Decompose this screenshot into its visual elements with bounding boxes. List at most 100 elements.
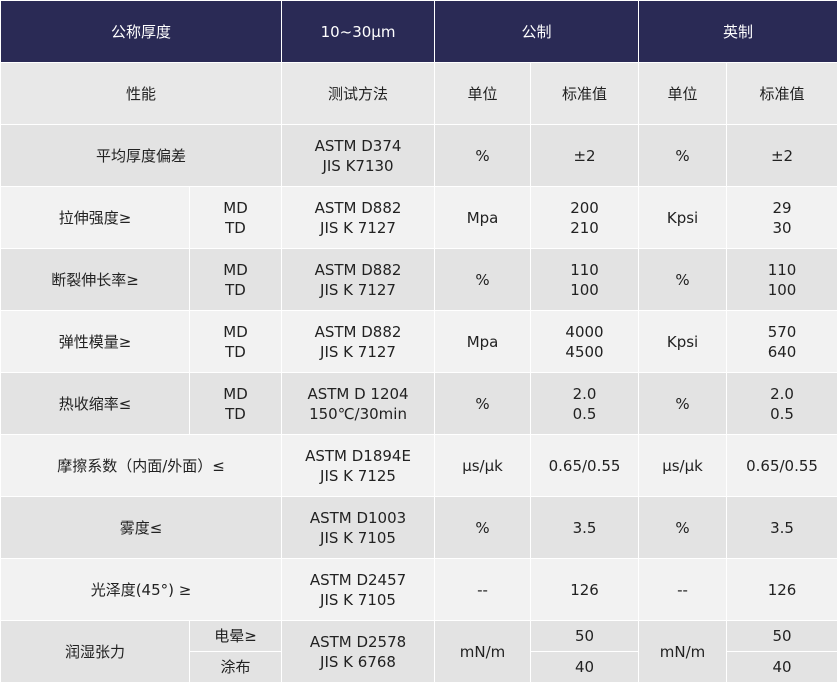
property-cell: 光泽度(45°) ≥	[1, 559, 282, 621]
metric-unit-cell: mN/m	[435, 621, 531, 683]
property-cell: 拉伸强度≥	[1, 187, 190, 249]
metric-value-cell: 110 100	[531, 249, 639, 311]
imperial-value-cell: 50	[727, 621, 837, 652]
value-line: 29	[727, 198, 837, 218]
metric-value-cell: 2.0 0.5	[531, 373, 639, 435]
table-row: 断裂伸长率≥ MD TD ASTM D882 JIS K 7127 % 110 …	[1, 249, 837, 311]
direction-line: MD	[190, 384, 281, 404]
table-row: 润湿张力 电晕≥ ASTM D2578 JIS K 6768 mN/m 50 m…	[1, 621, 837, 652]
metric-unit-cell: %	[435, 497, 531, 559]
method-line: ASTM D882	[282, 322, 434, 342]
method-line: JIS K 7125	[282, 466, 434, 486]
metric-value-cell: 4000 4500	[531, 311, 639, 373]
method-line: JIS K 7105	[282, 590, 434, 610]
property-cell: 润湿张力	[1, 621, 190, 683]
subheader-property: 性能	[1, 63, 282, 125]
method-line: 150℃/30min	[282, 404, 434, 424]
method-line: ASTM D 1204	[282, 384, 434, 404]
direction-line: TD	[190, 218, 281, 238]
header-metric: 公制	[435, 1, 639, 63]
metric-unit-cell: --	[435, 559, 531, 621]
imperial-unit-cell: %	[639, 249, 727, 311]
value-line: 0.5	[727, 404, 837, 424]
value-line: 570	[727, 322, 837, 342]
metric-unit-cell: Mpa	[435, 187, 531, 249]
direction-cell: MD TD	[190, 373, 282, 435]
value-line: 110	[531, 260, 638, 280]
direction-cell: MD TD	[190, 187, 282, 249]
method-line: ASTM D1894E	[282, 446, 434, 466]
value-line: 0.5	[531, 404, 638, 424]
value-line: 100	[727, 280, 837, 300]
value-line: 2.0	[727, 384, 837, 404]
method-line: ASTM D374	[282, 136, 434, 156]
table-row: 拉伸强度≥ MD TD ASTM D882 JIS K 7127 Mpa 200…	[1, 187, 837, 249]
metric-value-cell: 50	[531, 621, 639, 652]
table-row: 摩擦系数（内面/外面）≤ ASTM D1894E JIS K 7125 μs/μ…	[1, 435, 837, 497]
metric-value-cell: 3.5	[531, 497, 639, 559]
table-row: 光泽度(45°) ≥ ASTM D2457 JIS K 7105 -- 126 …	[1, 559, 837, 621]
subheader-imperial-unit: 单位	[639, 63, 727, 125]
property-cell: 弹性模量≥	[1, 311, 190, 373]
metric-unit-cell: %	[435, 125, 531, 187]
method-cell: ASTM D882 JIS K 7127	[282, 249, 435, 311]
spec-table: 公称厚度 10~30μm 公制 英制 性能 测试方法 单位 标准值 单位 标准值…	[0, 0, 837, 683]
header-imperial: 英制	[639, 1, 837, 63]
subheader-imperial-std: 标准值	[727, 63, 837, 125]
imperial-unit-cell: %	[639, 125, 727, 187]
imperial-unit-cell: %	[639, 497, 727, 559]
metric-unit-cell: μs/μk	[435, 435, 531, 497]
subheader-test-method: 测试方法	[282, 63, 435, 125]
direction-line: TD	[190, 404, 281, 424]
subheader-metric-unit: 单位	[435, 63, 531, 125]
imperial-value-cell: 570 640	[727, 311, 837, 373]
property-cell: 平均厚度偏差	[1, 125, 282, 187]
metric-value-cell: 0.65/0.55	[531, 435, 639, 497]
metric-value-cell: 126	[531, 559, 639, 621]
method-cell: ASTM D1003 JIS K 7105	[282, 497, 435, 559]
method-line: JIS K 6768	[282, 652, 434, 672]
value-line: 30	[727, 218, 837, 238]
value-line: 200	[531, 198, 638, 218]
header-thickness-label: 公称厚度	[1, 1, 282, 63]
imperial-unit-cell: μs/μk	[639, 435, 727, 497]
method-cell: ASTM D882 JIS K 7127	[282, 311, 435, 373]
value-line: 640	[727, 342, 837, 362]
value-line: 110	[727, 260, 837, 280]
imperial-value-cell: 40	[727, 652, 837, 683]
property-cell: 雾度≤	[1, 497, 282, 559]
imperial-value-cell: 110 100	[727, 249, 837, 311]
imperial-value-cell: ±2	[727, 125, 837, 187]
method-cell: ASTM D1894E JIS K 7125	[282, 435, 435, 497]
method-cell: ASTM D 1204 150℃/30min	[282, 373, 435, 435]
method-cell: ASTM D374 JIS K7130	[282, 125, 435, 187]
metric-value-cell: ±2	[531, 125, 639, 187]
method-line: ASTM D1003	[282, 508, 434, 528]
direction-line: MD	[190, 260, 281, 280]
direction-cell: MD TD	[190, 311, 282, 373]
property-cell: 摩擦系数（内面/外面）≤	[1, 435, 282, 497]
method-line: JIS K 7127	[282, 342, 434, 362]
value-line: 100	[531, 280, 638, 300]
table-row: 雾度≤ ASTM D1003 JIS K 7105 % 3.5 % 3.5	[1, 497, 837, 559]
metric-value-cell: 40	[531, 652, 639, 683]
direction-line: TD	[190, 342, 281, 362]
method-line: ASTM D2578	[282, 632, 434, 652]
imperial-unit-cell: Kpsi	[639, 187, 727, 249]
value-line: 2.0	[531, 384, 638, 404]
table-row: 平均厚度偏差 ASTM D374 JIS K7130 % ±2 % ±2	[1, 125, 837, 187]
header-thickness-value: 10~30μm	[282, 1, 435, 63]
metric-unit-cell: %	[435, 373, 531, 435]
direction-line: MD	[190, 198, 281, 218]
method-line: JIS K 7105	[282, 528, 434, 548]
subheader-metric-std: 标准值	[531, 63, 639, 125]
imperial-unit-cell: Kpsi	[639, 311, 727, 373]
method-line: JIS K7130	[282, 156, 434, 176]
method-line: ASTM D882	[282, 198, 434, 218]
direction-line: MD	[190, 322, 281, 342]
imperial-unit-cell: --	[639, 559, 727, 621]
value-line: 4500	[531, 342, 638, 362]
method-cell: ASTM D2578 JIS K 6768	[282, 621, 435, 683]
imperial-value-cell: 2.0 0.5	[727, 373, 837, 435]
method-line: ASTM D2457	[282, 570, 434, 590]
